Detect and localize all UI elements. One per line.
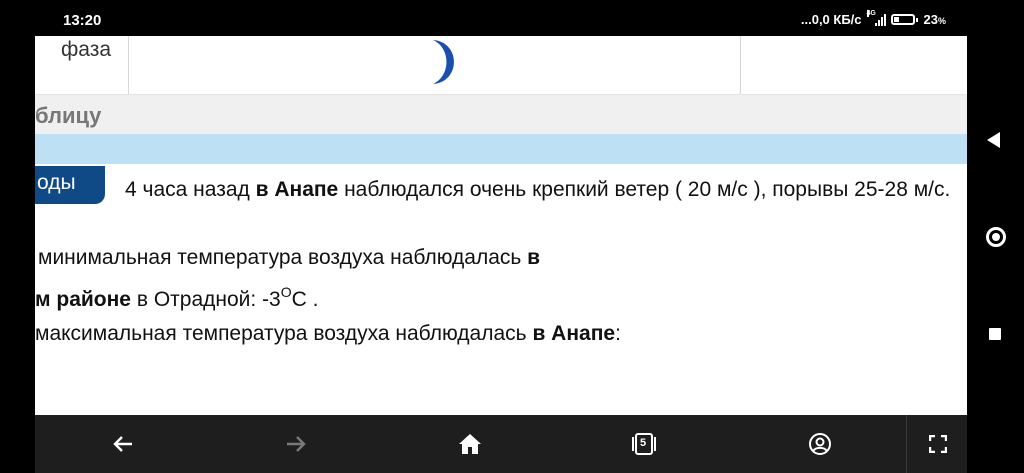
battery-icon [890, 14, 918, 25]
min-temp-district: м районе [35, 288, 131, 311]
tabs-count: 5 [640, 437, 647, 449]
table-link[interactable]: блицу [35, 103, 101, 129]
min-temp-line-1: минимальная температура воздуха наблюдал… [38, 246, 540, 270]
battery-percent: 23% [923, 12, 946, 27]
table-divider [128, 36, 129, 94]
news-item: 4 часа назад в Анапе наблюдался очень кр… [125, 175, 965, 204]
fullscreen-icon[interactable] [923, 429, 953, 459]
degree-sign: О [280, 284, 292, 300]
network-speed: ...0,0 КБ/с [800, 12, 862, 27]
max-temp-line: максимальная температура воздуха наблюда… [35, 322, 621, 346]
news-location: в Анапе [255, 178, 339, 201]
browser-toolbar: 5 [35, 415, 967, 473]
tabs-icon[interactable]: 5 [629, 429, 659, 459]
min-temp-unit: С . [291, 288, 319, 311]
home-icon[interactable] [455, 429, 485, 459]
table-divider [740, 36, 741, 94]
system-nav-bar [967, 36, 1024, 473]
system-back-icon[interactable] [987, 132, 1000, 148]
max-temp-colon: : [615, 322, 621, 345]
status-indicators: ...0,0 КБ/с 4G 23% [800, 9, 946, 27]
min-temp-place: в Отрадной: -3 [136, 288, 281, 311]
table-header-band: блицу [35, 94, 967, 135]
weather-tab-label: оды [37, 171, 76, 194]
status-time: 13:20 [63, 12, 102, 29]
account-icon[interactable] [805, 429, 835, 459]
info-band [35, 134, 967, 164]
weather-tab[interactable]: оды [35, 166, 105, 204]
toolbar-divider [906, 415, 907, 473]
system-recents-icon[interactable] [989, 328, 1001, 340]
phase-label: фаза [61, 38, 112, 61]
max-temp-text: максимальная температура воздуха наблюда… [35, 322, 527, 345]
signal-type: 4G [866, 9, 876, 17]
web-content[interactable]: фаза блицу оды 4 часа назад в Анапе набл… [35, 36, 967, 415]
status-bar: 13:20 ...0,0 КБ/с 4G 23% [0, 0, 1024, 36]
signal-icon: 4G [866, 9, 886, 26]
forward-arrow-icon[interactable] [281, 429, 311, 459]
news-text: наблюдался очень крепкий ветер ( 20 м/с … [344, 178, 951, 201]
min-temp-text: минимальная температура воздуха наблюдал… [38, 246, 522, 269]
moon-phase-icon [433, 40, 454, 84]
min-temp-in: в [527, 246, 541, 269]
news-time: 4 часа назад [125, 178, 250, 201]
max-temp-location: в Анапе [532, 322, 616, 345]
system-home-icon[interactable] [986, 227, 1006, 247]
min-temp-line-2: м районе в Отрадной: -3ОС . [35, 284, 318, 312]
back-arrow-icon[interactable] [108, 429, 138, 459]
